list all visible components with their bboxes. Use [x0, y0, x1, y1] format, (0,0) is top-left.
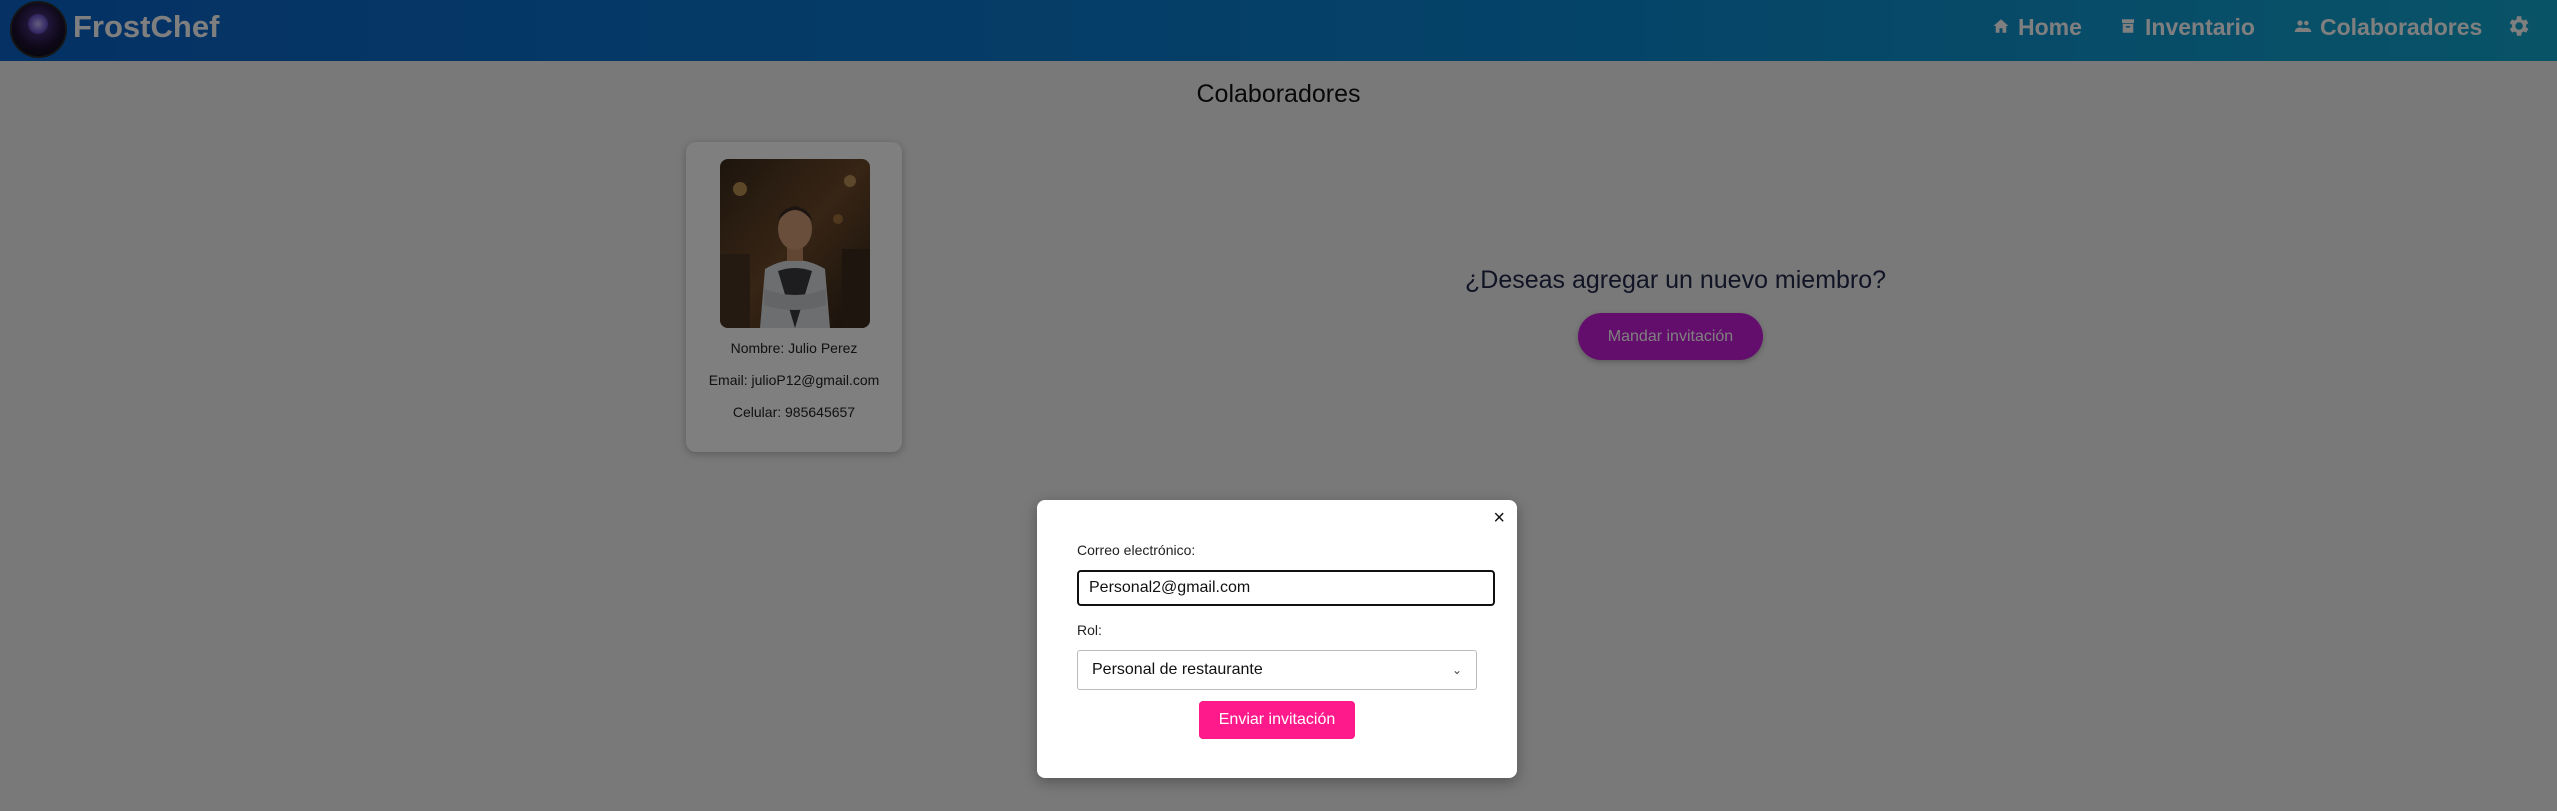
role-selected-value: Personal de restaurante [1092, 661, 1263, 678]
send-invite-button[interactable]: Enviar invitación [1199, 701, 1355, 739]
email-label: Correo electrónico: [1077, 542, 1196, 558]
role-select[interactable]: Personal de restaurante ⌄ [1077, 650, 1477, 690]
chevron-down-icon: ⌄ [1451, 663, 1462, 677]
invite-modal: × Correo electrónico: Rol: Personal de r… [1037, 500, 1517, 778]
close-icon[interactable]: × [1493, 508, 1505, 528]
email-field[interactable] [1077, 570, 1495, 606]
role-label: Rol: [1077, 622, 1102, 638]
